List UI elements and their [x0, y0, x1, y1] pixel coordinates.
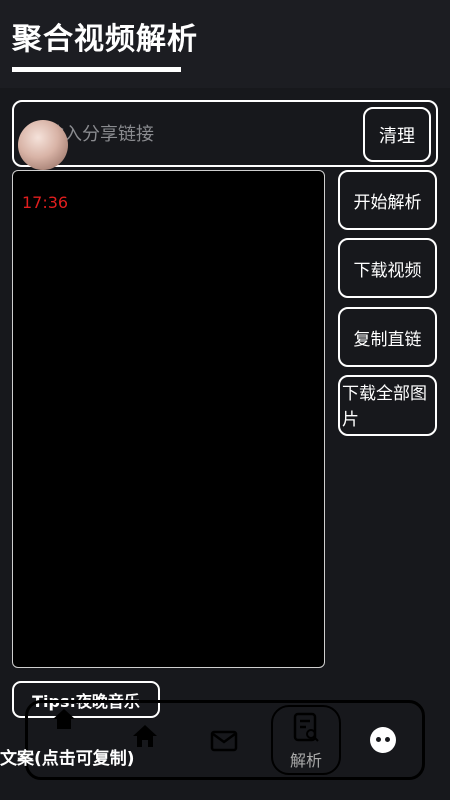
- download-video-button[interactable]: 下载视频: [338, 238, 437, 298]
- share-link-input[interactable]: [44, 108, 348, 160]
- app-header: 聚合视频解析: [0, 0, 450, 88]
- home-icon[interactable]: [132, 723, 158, 749]
- page-title: 聚合视频解析: [12, 22, 198, 57]
- clear-button[interactable]: 清理: [363, 107, 431, 162]
- start-parse-button[interactable]: 开始解析: [338, 170, 437, 230]
- title-underline: [12, 67, 181, 72]
- download-all-images-button[interactable]: 下载全部图片: [338, 375, 437, 436]
- video-timestamp: 17:36: [22, 193, 69, 212]
- home-icon[interactable]: [52, 708, 76, 730]
- floating-avatar[interactable]: [18, 120, 68, 170]
- video-player[interactable]: [12, 170, 325, 668]
- document-search-icon: [293, 712, 319, 742]
- copy-caption-text[interactable]: 文案(点击可复制): [0, 744, 135, 769]
- mail-icon[interactable]: [210, 730, 238, 752]
- copy-link-button[interactable]: 复制直链: [338, 307, 437, 367]
- profile-face-icon[interactable]: [370, 727, 396, 753]
- nav-parse-label: 解析: [290, 751, 323, 770]
